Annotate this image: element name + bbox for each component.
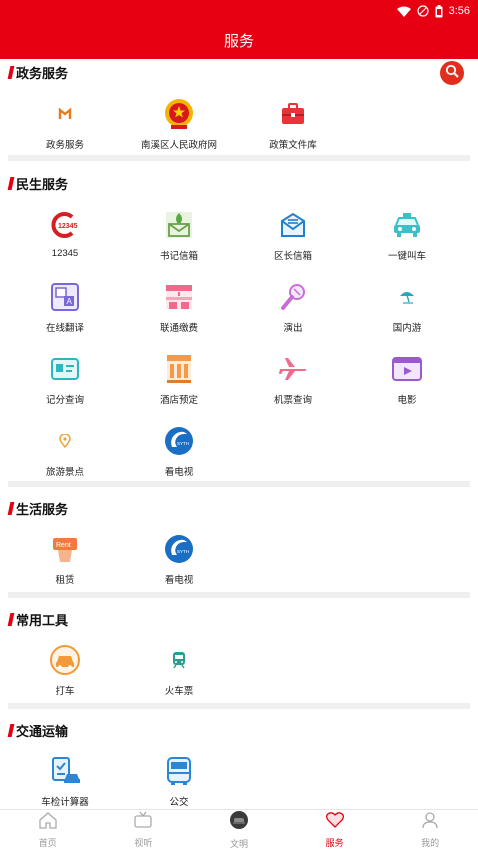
film-icon [390,352,424,386]
service-item-taxi[interactable]: 打车 [8,639,122,711]
service-grid: 打车 火车票 [0,639,478,711]
taxi-icon [390,208,424,242]
service-item-unicom-payment[interactable]: 联通缴费 [122,276,236,348]
bottom-tab-bar: 首页 视听 文明 服务 我的 [0,809,478,849]
national-emblem-icon [162,97,196,131]
service-item-movie[interactable]: 电影 [350,348,464,420]
mayor-mailbox-icon [276,208,310,242]
briefcase-icon [276,97,310,131]
section-marker [7,65,15,79]
tab-service[interactable]: 服务 [287,810,383,849]
section-title: 常用工具 [7,609,68,629]
section-livelihood: 民生服务 12345 12345 书记信箱 区长信箱 一键叫车 A 在线翻译 联… [0,171,478,481]
section-common-tools: 常用工具 打车 火车票 [0,607,478,707]
tv-logo-icon: SYTH [162,424,196,458]
service-grid: Rent 租赁 SYTH 看电视 [0,528,478,600]
service-item-rent[interactable]: Rent 租赁 [8,528,122,600]
search-button[interactable] [440,61,464,85]
section-divider [8,155,470,161]
payment-icon [162,280,196,314]
gov-service-icon [48,97,82,131]
hotel-icon [162,352,196,386]
train-icon [162,643,196,677]
svg-text:SYTH: SYTH [177,441,189,446]
wifi-icon [396,6,411,17]
car-badge-icon [48,643,82,677]
section-divider [8,481,470,487]
translate-icon: A [48,280,82,314]
section-transport: 交通运输 车检计算器 公交 [0,718,478,809]
service-item-air-ticket[interactable]: 机票查询 [236,348,350,420]
section-title: 民生服务 [7,173,68,193]
service-item-performance[interactable]: 演出 [236,276,350,348]
service-grid: 车检计算器 公交 [0,750,478,809]
civilization-avatar-icon [229,810,249,835]
section-marker [7,501,15,515]
service-content[interactable]: 政务服务 政务服务 南溪区人民政府网 政策文件库 民生服务 12345 1234… [0,59,478,809]
beach-umbrella-icon [390,280,424,314]
section-gov-service: 政务服务 政务服务 南溪区人民政府网 政策文件库 [0,59,478,163]
section-marker [7,176,15,190]
service-item-12345[interactable]: 12345 12345 [8,204,122,276]
tab-home[interactable]: 首页 [0,810,96,849]
service-item-points-query[interactable]: 记分查询 [8,348,122,420]
app-header: 3:56 服务 [0,0,478,59]
section-title: 交通运输 [7,720,68,740]
user-icon [420,811,440,834]
section-divider [8,592,470,598]
service-item-mayor-mailbox[interactable]: 区长信箱 [236,204,350,276]
status-time: 3:56 [448,5,470,17]
tv-icon [133,811,153,834]
home-icon [38,811,58,834]
service-item-secretary-mailbox[interactable]: 书记信箱 [122,204,236,276]
hotline-12345-icon: 12345 [48,208,82,242]
bus-icon [162,754,196,788]
location-pin-icon [48,424,82,458]
rent-sign-icon: Rent [48,532,82,566]
status-bar: 3:56 [396,3,470,19]
secretary-mailbox-icon [162,208,196,242]
svg-text:SYTH: SYTH [177,549,189,554]
microphone-icon [276,280,310,314]
section-title: 生活服务 [7,498,68,518]
page-title: 服务 [223,33,254,50]
license-card-icon [48,352,82,386]
tab-audiovisual[interactable]: 视听 [96,810,192,849]
service-item-train-ticket[interactable]: 火车票 [122,639,236,711]
svg-text:A: A [67,297,73,306]
service-item-hotel-booking[interactable]: 酒店预定 [122,348,236,420]
service-item-car-inspection[interactable]: 车检计算器 [8,750,122,809]
airplane-icon [276,352,310,386]
battery-icon [435,4,443,18]
tab-mine[interactable]: 我的 [382,810,478,849]
service-item-one-click-taxi[interactable]: 一键叫车 [350,204,464,276]
service-item-domestic-travel[interactable]: 国内游 [350,276,464,348]
service-grid: 12345 12345 书记信箱 区长信箱 一键叫车 A 在线翻译 联通缴费 演… [0,204,478,492]
section-life-service: 生活服务 Rent 租赁 SYTH 看电视 [0,496,478,596]
car-inspection-icon [48,754,82,788]
svg-text:Rent: Rent [56,542,71,549]
svg-text:12345: 12345 [58,223,78,230]
signal-icon [416,5,429,17]
section-marker [7,612,15,626]
section-marker [7,723,15,737]
service-item-watch-tv[interactable]: SYTH 看电视 [122,528,236,600]
service-item-online-translate[interactable]: A 在线翻译 [8,276,122,348]
search-icon [445,64,459,83]
service-item-bus[interactable]: 公交 [122,750,236,809]
section-divider [8,703,470,709]
section-title: 政务服务 [7,62,68,82]
heart-icon [325,811,345,834]
tv-logo-icon: SYTH [162,532,196,566]
tab-civilization[interactable]: 文明 [191,810,287,849]
